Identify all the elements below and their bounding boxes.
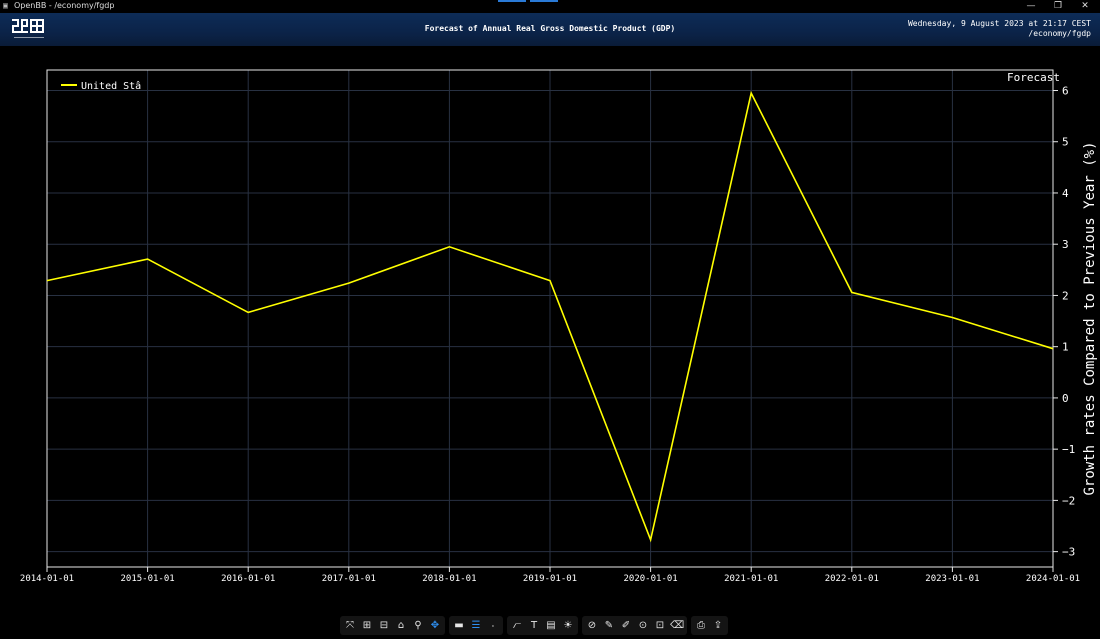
y-tick-label: 4 <box>1062 187 1069 200</box>
chart-header: Forecast of Annual Real Gross Domestic P… <box>0 13 1100 46</box>
spike-lines-icon[interactable]: ▬ <box>452 619 466 633</box>
table-icon[interactable]: ▤ <box>544 619 558 633</box>
erase-shape-icon[interactable]: ⌫ <box>670 619 684 633</box>
x-tick-label: 2016-01-01 <box>221 574 275 584</box>
y-tick-label: 5 <box>1062 136 1069 149</box>
x-tick-label: 2014-01-01 <box>20 574 74 584</box>
close-button[interactable]: ✕ <box>1072 0 1098 13</box>
hover-closest-icon[interactable]: ⸳ <box>486 619 500 633</box>
zoom-icon[interactable]: ⚲ <box>411 619 425 633</box>
x-tick-label: 2019-01-01 <box>523 574 577 584</box>
hover-compare-icon[interactable]: ☰ <box>469 619 483 633</box>
y-tick-label: −3 <box>1062 546 1075 559</box>
y-axis-title: Growth rates Compared to Previous Year (… <box>1082 141 1098 495</box>
y-tick-label: 2 <box>1062 289 1069 302</box>
restore-button[interactable]: ❐ <box>1045 0 1071 13</box>
toolbar-group: ⊘ ✎ ✐ ⊙ ⊡ ⌫ <box>582 616 687 635</box>
x-tick-label: 2020-01-01 <box>624 574 678 584</box>
x-tick-label: 2022-01-01 <box>825 574 879 584</box>
y-tick-label: 1 <box>1062 341 1069 354</box>
export-data-icon[interactable]: ⇪ <box>711 619 725 633</box>
openbb-app-icon: ▣ <box>3 1 8 10</box>
toolbar-group: ⤧ ⊞ ⊟ ⌂ ⚲ ✥ <box>340 616 445 635</box>
x-tick-label: 2024-01-01 <box>1026 574 1080 584</box>
draw-rect-icon[interactable]: ⊡ <box>653 619 667 633</box>
log-axis-icon[interactable]: ⦧ <box>510 619 524 633</box>
chart-toolbar: ⤧ ⊞ ⊟ ⌂ ⚲ ✥ ▬ ☰ ⸳ ⦧ T ▤ ☀ ⊘ ✎ ✐ ⊙ ⊡ ⌫ ⎙ ⇪ <box>340 616 728 635</box>
x-tick-label: 2018-01-01 <box>422 574 476 584</box>
window-titlebar: ▣ OpenBB - /economy/fgdp — ❐ ✕ <box>0 0 1100 13</box>
y-tick-label: 6 <box>1062 84 1069 97</box>
text-annotation-icon[interactable]: T <box>527 619 541 633</box>
draw-circle-icon[interactable]: ⊙ <box>636 619 650 633</box>
theme-toggle-icon[interactable]: ☀ <box>561 619 575 633</box>
route-label: /economy/fgdp <box>1028 29 1091 38</box>
y-tick-label: 0 <box>1062 392 1069 405</box>
draw-line-icon[interactable]: ⊘ <box>585 619 599 633</box>
datetime-label: Wednesday, 9 August 2023 at 21:17 CEST <box>907 19 1091 28</box>
window-title: OpenBB - /economy/fgdp <box>14 1 115 10</box>
x-tick-label: 2015-01-01 <box>121 574 175 584</box>
minimize-button[interactable]: — <box>1018 0 1044 13</box>
download-image-icon[interactable]: ⎙ <box>694 619 708 633</box>
toolbar-group: ▬ ☰ ⸳ <box>449 616 503 635</box>
toolbar-group: ⎙ ⇪ <box>691 616 728 635</box>
zoom-out-icon[interactable]: ⊟ <box>377 619 391 633</box>
tab-indicator <box>498 0 526 2</box>
y-tick-label: −1 <box>1062 443 1075 456</box>
y-tick-label: 3 <box>1062 238 1069 251</box>
autoscale-icon[interactable]: ⤧ <box>343 619 357 633</box>
draw-open-path-icon[interactable]: ✎ <box>602 619 616 633</box>
pan-icon[interactable]: ✥ <box>428 619 442 633</box>
x-tick-label: 2017-01-01 <box>322 574 376 584</box>
tab-indicator <box>530 0 558 2</box>
legend-label: United Stâ <box>81 80 141 92</box>
reset-axes-icon[interactable]: ⌂ <box>394 619 408 633</box>
draw-closed-path-icon[interactable]: ✐ <box>619 619 633 633</box>
toolbar-group: ⦧ T ▤ ☀ <box>507 616 578 635</box>
y-tick-label: −2 <box>1062 494 1075 507</box>
forecast-annotation: Forecast <box>1007 71 1060 84</box>
x-tick-label: 2021-01-01 <box>724 574 778 584</box>
zoom-in-icon[interactable]: ⊞ <box>360 619 374 633</box>
chart-area[interactable]: 2014-01-01 2015-01-01 2016-01-01 2017-01-01… <box>0 46 1100 614</box>
x-tick-label: 2023-01-01 <box>925 574 979 584</box>
